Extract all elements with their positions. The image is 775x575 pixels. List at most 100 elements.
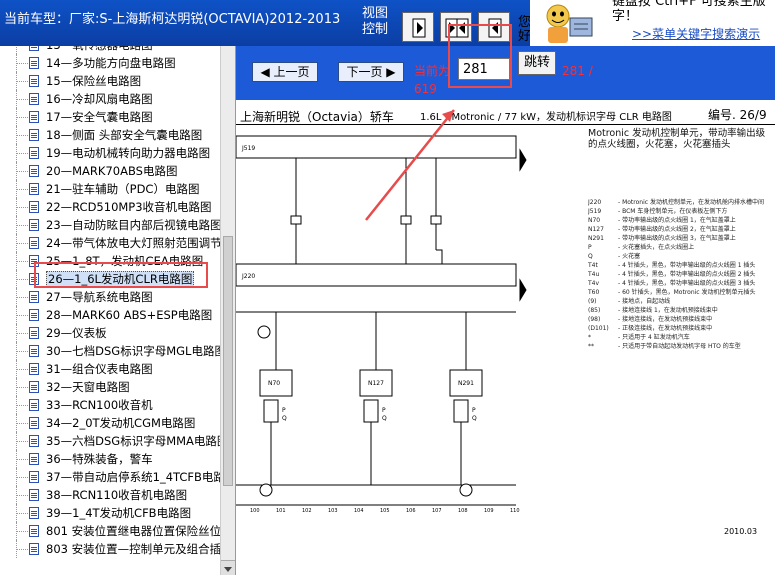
tree-item-label: 27—导航系统电路图 <box>46 290 153 304</box>
tree-item[interactable]: 38—RCN110收音机电路图 <box>0 486 220 504</box>
next-page-button[interactable]: 下一页 ▶ <box>338 62 404 82</box>
document-icon <box>29 46 39 51</box>
tree-connector <box>17 441 28 442</box>
tree-connector <box>17 189 28 190</box>
car-model-label: 当前车型：厂家:S-上海斯柯达明锐(OCTAVIA)2012-2013 <box>4 12 341 27</box>
view-control-line2: 控制 <box>362 22 389 37</box>
wiring-diagram-page: 上海新明锐（Octavia）轿车 1.6L - Motronic / 77 kW… <box>236 100 775 575</box>
tree-connector <box>17 261 28 262</box>
tree-item-label: 39—1_4T发动机CFB电路图 <box>46 506 192 520</box>
tree-item[interactable]: 37—带自动启停系统1_4TCFB电路 <box>0 468 225 486</box>
document-icon <box>29 489 39 501</box>
tree-item[interactable]: 22—RCD510MP3收音机电路图 <box>0 198 220 216</box>
jump-button[interactable]: 跳转 <box>518 51 556 75</box>
tree-item[interactable]: 20—MARK70ABS电路图 <box>0 162 220 180</box>
right-arrow-icon: ▶ <box>386 65 396 79</box>
document-icon <box>29 147 39 159</box>
svg-text:Q: Q <box>282 415 287 422</box>
tree-item[interactable]: 17—安全气囊电路图 <box>0 108 220 126</box>
tree-item[interactable]: 801 安装位置继电器位置保险丝位 <box>0 522 221 540</box>
search-tip-line2: 字！ <box>612 9 639 24</box>
tree-connector <box>17 513 28 514</box>
tree-item[interactable]: 19—电动机械转向助力器电路图 <box>0 144 220 162</box>
tree-item-label: 34—2_0T发动机CGM电路图 <box>46 416 196 430</box>
svg-text:106: 106 <box>406 508 416 514</box>
tree-item[interactable]: 27—导航系统电路图 <box>0 288 220 306</box>
document-icon <box>29 435 39 447</box>
document-icon <box>29 291 39 303</box>
tree-connector <box>17 243 28 244</box>
annotation-frame-selected-item <box>34 262 208 288</box>
document-icon <box>29 201 39 213</box>
tree-item[interactable]: 21—驻车辅助（PDC）电路图 <box>0 180 220 198</box>
tree-item[interactable]: 16—冷却风扇电路图 <box>0 90 220 108</box>
tree-connector <box>17 405 28 406</box>
tree-connector <box>17 531 28 532</box>
tree-connector <box>17 207 28 208</box>
top-bar: 当前车型：厂家:S-上海斯柯达明锐(OCTAVIA)2012-2013 视图 控… <box>0 0 775 46</box>
diagram-tree-sidebar: 13—氧传感器电路图 14—多功能方向盘电路图 15—保险丝电路图 16—冷却风扇电路… <box>0 46 236 575</box>
ignition-coil-n291 <box>449 312 483 485</box>
tree-item-label: 13—氧传感器电路图 <box>46 46 153 52</box>
expand-sidebar-button[interactable] <box>402 12 434 42</box>
tree-item-label: 35—六档DSG标识字母MMA电路图 <box>46 434 229 448</box>
tree-item[interactable]: 32—天窗电路图 <box>0 378 220 396</box>
svg-text:100: 100 <box>250 508 260 514</box>
tree-connector <box>17 153 28 154</box>
arrow-right-bar-icon <box>412 18 426 38</box>
svg-text:105: 105 <box>380 508 390 514</box>
view-control-label: 视图 控制 <box>362 6 394 38</box>
svg-text:103: 103 <box>328 508 338 514</box>
tree-item-label: 18—侧面 头部安全气囊电路图 <box>46 128 203 142</box>
tree-connector <box>17 387 28 388</box>
tree-item[interactable]: 803 安装位置—控制单元及组合插 <box>0 540 221 558</box>
document-icon <box>29 453 39 465</box>
scroll-down-button[interactable] <box>221 560 235 575</box>
document-icon <box>29 57 39 69</box>
tree-item[interactable]: 31—组合仪表电路图 <box>0 360 220 378</box>
tree-item[interactable]: 13—氧传感器电路图 <box>0 46 220 54</box>
prev-page-label: 上一页 <box>273 65 310 79</box>
tree-item[interactable]: 28—MARK60 ABS+ESP电路图 <box>0 306 220 324</box>
prev-page-button[interactable]: ◀ 上一页 <box>252 62 318 82</box>
document-icon <box>29 363 39 375</box>
sidebar-scrollbar[interactable] <box>220 46 235 575</box>
tree-item[interactable]: 34—2_0T发动机CGM电路图 <box>0 414 220 432</box>
tree-item[interactable]: 15—保险丝电路图 <box>0 72 220 90</box>
document-icon <box>29 327 39 339</box>
document-icon <box>29 165 39 177</box>
tree-connector <box>17 495 28 496</box>
tree-connector <box>17 279 28 280</box>
tree-item[interactable]: 14—多功能方向盘电路图 <box>0 54 220 72</box>
sidebar-scroll-thumb[interactable] <box>223 236 233 486</box>
callout-arrow <box>365 109 455 221</box>
tree-connector <box>17 117 28 118</box>
total-pages-label: 619 <box>414 82 437 96</box>
tree-item[interactable]: 30—七档DSG标识字母MGL电路图 <box>0 342 226 360</box>
tree-item[interactable]: 35—六档DSG标识字母MMA电路图 <box>0 432 228 450</box>
annotation-frame-page-input <box>448 24 512 88</box>
search-demo-link[interactable]: >>菜单关键字搜索演示 <box>632 27 760 42</box>
tree-item[interactable]: 39—1_4T发动机CFB电路图 <box>0 504 220 522</box>
column-numbers: 100 101 102 103 104 105 106 107 108 109 110 <box>250 508 520 514</box>
tree-item[interactable]: 18—侧面 头部安全气囊电路图 <box>0 126 220 144</box>
document-icon <box>29 525 39 537</box>
tree-connector <box>17 549 28 550</box>
document-icon <box>29 345 39 357</box>
tree-item[interactable]: 24—带气体放电大灯照射范围调节 <box>0 234 222 252</box>
current-page-label: 当前为 <box>414 64 451 78</box>
tree-item-label: 16—冷却风扇电路图 <box>46 92 153 106</box>
tree-item[interactable]: 29—仪表板 <box>0 324 220 342</box>
search-tip-line1: 键盘按 Ctrl+F 可搜索主版 <box>612 0 766 9</box>
document-icon <box>29 399 39 411</box>
tree-item-label: 32—天窗电路图 <box>46 380 130 394</box>
tree-item[interactable]: 33—RCN100收音机 <box>0 396 220 414</box>
tree-connector <box>17 225 28 226</box>
tree-item[interactable]: 36—特殊装备，警车 <box>0 450 220 468</box>
tree-item[interactable]: 23—自动防眩目内部后视镜电路图 <box>0 216 222 234</box>
document-icon <box>29 75 39 87</box>
tree-connector <box>17 423 28 424</box>
left-arrow-icon: ◀ <box>260 65 270 79</box>
tree-connector <box>17 99 28 100</box>
document-icon <box>29 129 39 141</box>
